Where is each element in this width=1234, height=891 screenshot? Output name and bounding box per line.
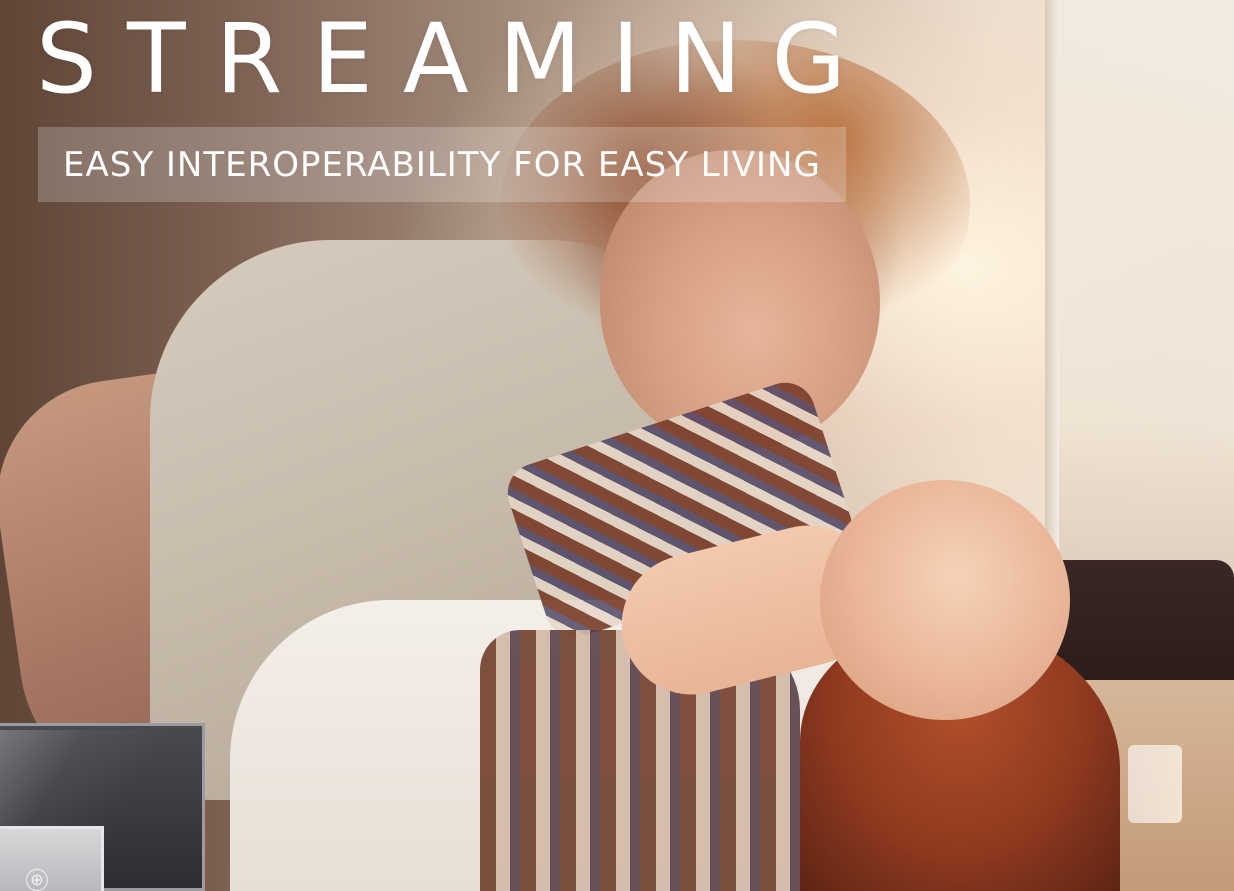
cup [1128,745,1182,823]
tagline-text: EASY INTEROPERABILITY FOR EASY LIVING [63,145,821,185]
page-title: STREAMING [36,3,876,115]
tagline-banner: EASY INTEROPERABILITY FOR EASY LIVING [38,127,846,202]
woman-head [820,480,1070,720]
plus-circle-icon[interactable]: ⊕ [26,869,48,891]
window-light [1050,0,1234,600]
wall-panel-device: ⊕ [0,723,205,891]
hero-photo: ⊕ STREAMING EASY INTEROPERABILITY FOR EA… [0,0,1234,891]
window-frame [1045,0,1059,560]
device-screen[interactable]: ⊕ [0,826,104,891]
